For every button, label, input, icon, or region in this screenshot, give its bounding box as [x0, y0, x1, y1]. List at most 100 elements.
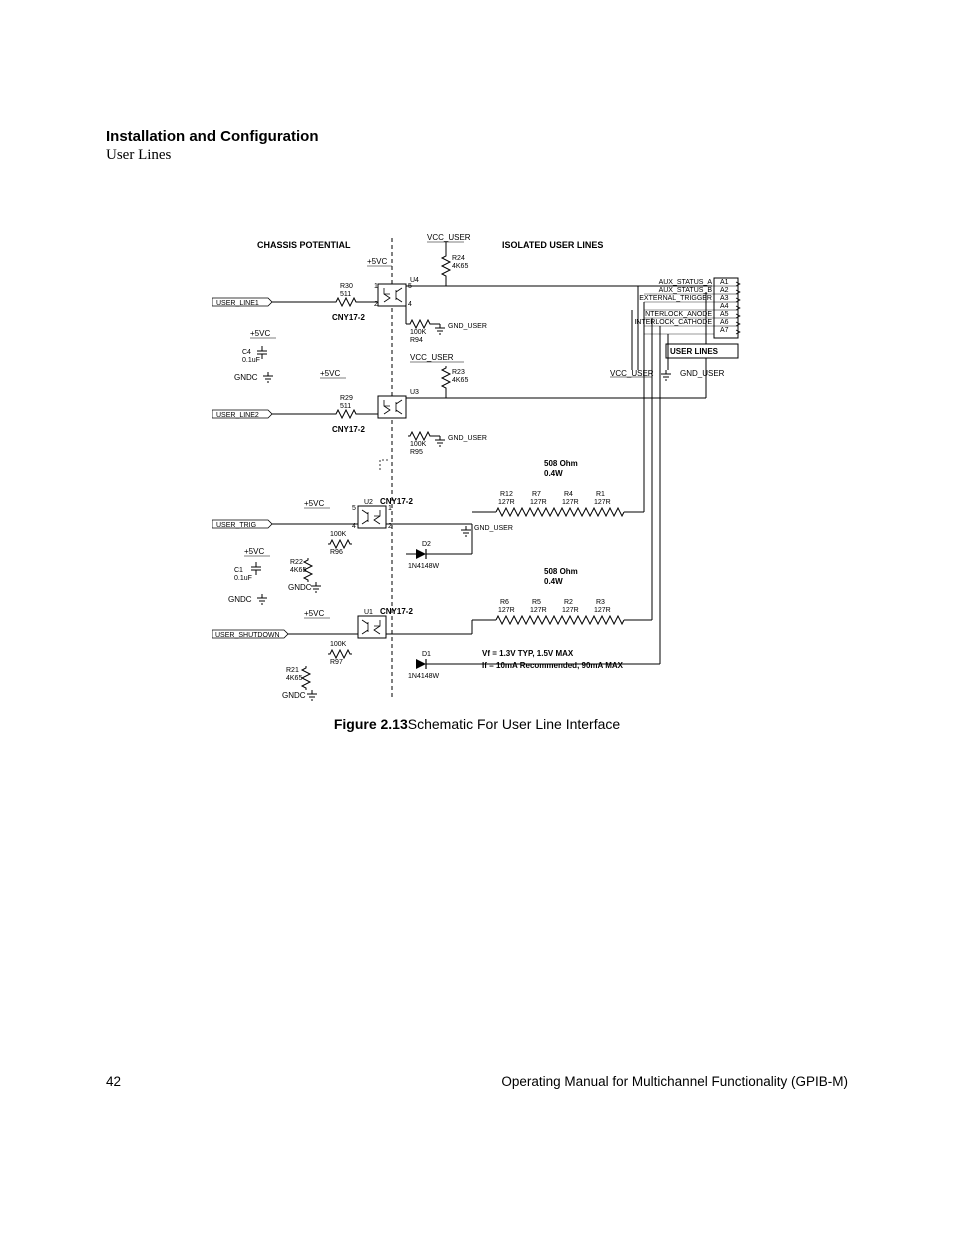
r96: R96: [330, 549, 343, 556]
d1: D1: [422, 651, 431, 658]
svg-text:127R: 127R: [530, 607, 547, 614]
figure-caption-text: Schematic For User Line Interface: [408, 716, 620, 732]
figure-label: Figure 2.13: [334, 716, 408, 732]
vcc-user-u3: VCC_USER: [410, 353, 454, 362]
r2: R2: [564, 599, 573, 606]
u2: U2: [364, 499, 373, 506]
r96v: 100K: [330, 531, 347, 538]
plus5vc-6: +5VC: [304, 609, 324, 618]
r1: R1: [596, 491, 605, 498]
r24v: 4K65: [452, 263, 468, 270]
ohm2a: 508 Ohm: [544, 567, 578, 576]
r97: R97: [330, 659, 343, 666]
svg-text:1: 1: [374, 283, 378, 290]
schematic-svg: CHASSIS POTENTIAL ISOLATED USER LINES VC…: [212, 228, 742, 708]
r95: R95: [410, 449, 423, 456]
input-user-line2: USER_LINE2: [216, 412, 259, 419]
gnd-user-2: GND_USER: [448, 435, 487, 442]
r21: R21: [286, 667, 299, 674]
section-heading: Installation and Configuration User Line…: [106, 128, 848, 164]
u1: U1: [364, 609, 373, 616]
sig-a5: INTERLOCK_ANODE: [643, 311, 712, 318]
ohm1b: 0.4W: [544, 469, 563, 478]
gndc-3: GNDC: [282, 691, 306, 700]
vcc-user-rail: VCC_USER: [610, 369, 654, 378]
plus5vc-2: +5VC: [250, 329, 270, 338]
svg-text:A3: A3: [720, 295, 729, 302]
r3: R3: [596, 599, 605, 606]
r12: R12: [500, 491, 513, 498]
page-footer: 42 Operating Manual for Multichannel Fun…: [106, 1074, 848, 1089]
r30v: 511: [340, 291, 351, 298]
r97v: 100K: [330, 641, 347, 648]
r23: R23: [452, 369, 465, 376]
plus5vc-5: +5VC: [244, 547, 264, 556]
svg-text:127R: 127R: [594, 607, 611, 614]
svg-text:127R: 127R: [498, 607, 515, 614]
d2: D2: [422, 541, 431, 548]
r24: R24: [452, 255, 465, 262]
figure: CHASSIS POTENTIAL ISOLATED USER LINES VC…: [106, 228, 848, 732]
svg-text:A7: A7: [720, 327, 729, 334]
opto-u4: CNY17-2: [332, 313, 365, 322]
page-number: 42: [106, 1074, 121, 1089]
r94: R94: [410, 337, 423, 344]
r23v: 4K65: [452, 377, 468, 384]
svg-text:A5: A5: [720, 311, 729, 318]
svg-text:127R: 127R: [530, 499, 547, 506]
gnd-user-1: GND_USER: [448, 323, 487, 330]
svg-text:A1: A1: [720, 279, 729, 286]
opto-u1: CNY17-2: [380, 607, 413, 616]
plus5vc-4: +5VC: [304, 499, 324, 508]
input-user-trig: USER_TRIG: [216, 522, 256, 529]
gnd-user-3: GND_USER: [474, 525, 513, 532]
user-lines-box: USER LINES: [670, 347, 719, 356]
c1: C1: [234, 567, 243, 574]
ohm1a: 508 Ohm: [544, 459, 578, 468]
title-isolated: ISOLATED USER LINES: [502, 240, 603, 250]
sig-a1: AUX_STATUS_A: [659, 279, 713, 286]
input-user-shutdown: USER_SHUTDOWN: [215, 632, 280, 639]
svg-text:4: 4: [408, 301, 412, 308]
r6: R6: [500, 599, 509, 606]
svg-text:127R: 127R: [498, 499, 515, 506]
svg-text:A4: A4: [720, 303, 729, 310]
sig-a6: INTERLOCK_CATHODE: [634, 319, 712, 326]
gndc-2: GNDC: [228, 595, 252, 604]
sig-a3: EXTERNAL_TRIGGER: [639, 295, 712, 302]
input-user-line1: USER_LINE1: [216, 300, 259, 307]
c1v: 0.1uF: [234, 575, 252, 582]
svg-text:127R: 127R: [594, 499, 611, 506]
title-chassis: CHASSIS POTENTIAL: [257, 240, 351, 250]
figure-caption: Figure 2.13Schematic For User Line Inter…: [106, 716, 848, 732]
connector-block: A1 A2 A3 A4 A5 A6 A7: [714, 278, 740, 338]
svg-text:1: 1: [388, 505, 392, 512]
diode-d1: 1N4148W: [408, 673, 440, 680]
r21v: 4K65: [286, 675, 302, 682]
r4: R4: [564, 491, 573, 498]
if-note: If = 10mA Recommended, 90mA MAX: [482, 661, 624, 670]
plus5vc-3: +5VC: [320, 369, 340, 378]
r95v: 100K: [410, 441, 427, 448]
gndc-r22: GNDC: [288, 583, 312, 592]
diode-d2: 1N4148W: [408, 563, 440, 570]
r94v: 100K: [410, 329, 427, 336]
gnd-user-rail: GND_USER: [680, 369, 725, 378]
r29v: 511: [340, 403, 351, 410]
svg-text:A2: A2: [720, 287, 729, 294]
vcc-user-top: VCC_USER: [427, 233, 471, 242]
c4v: 0.1uF: [242, 357, 260, 364]
svg-text:A6: A6: [720, 319, 729, 326]
gndc-1: GNDC: [234, 373, 258, 382]
opto-u3: CNY17-2: [332, 425, 365, 434]
section-subtitle: User Lines: [106, 147, 848, 164]
sig-a2: AUX_STATUS_B: [659, 287, 713, 294]
u3: U3: [410, 389, 419, 396]
plus5vc-1: +5VC: [367, 257, 387, 266]
opto-u2: CNY17-2: [380, 497, 413, 506]
ohm2b: 0.4W: [544, 577, 563, 586]
r29: R29: [340, 395, 353, 402]
svg-text:5: 5: [352, 505, 356, 512]
r5: R5: [532, 599, 541, 606]
section-title: Installation and Configuration: [106, 128, 848, 145]
